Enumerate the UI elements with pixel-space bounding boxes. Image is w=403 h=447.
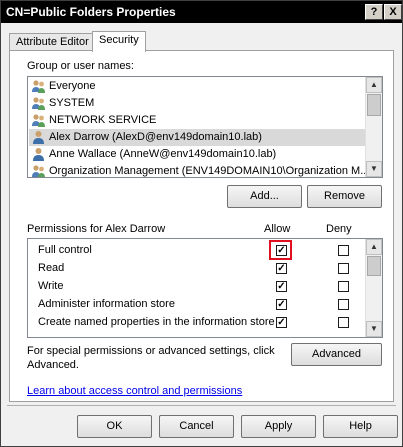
permission-name: Write xyxy=(38,280,64,292)
permission-row: Read ✓ xyxy=(28,259,364,277)
advanced-button[interactable]: Advanced xyxy=(291,343,382,366)
group-list-item-label: SYSTEM xyxy=(49,97,95,109)
permission-name: Create named properties in the informati… xyxy=(38,316,275,328)
full-control-allow-highlight xyxy=(269,240,292,260)
group-list-item[interactable]: Organization Management (ENV149DOMAIN10\… xyxy=(29,163,365,177)
allow-column-header: Allow xyxy=(264,223,291,235)
properties-dialog: CN=Public Folders Properties ? X Attribu… xyxy=(0,0,403,447)
footer-separator xyxy=(7,405,396,406)
permission-row: Create named properties in the informati… xyxy=(28,313,364,331)
permission-row: Write ✓ xyxy=(28,277,364,295)
allow-checkbox[interactable]: ✓ xyxy=(276,317,287,328)
deny-checkbox[interactable] xyxy=(338,263,349,274)
deny-column-header: Deny xyxy=(326,223,352,235)
close-button[interactable]: X xyxy=(384,4,402,20)
scroll-up-arrow-icon[interactable]: ▲ xyxy=(366,77,382,93)
group-user-list[interactable]: Everyone SYSTEM NETWORK SERVICE Alex Darrow… xyxy=(27,76,383,178)
tab-security[interactable]: Security xyxy=(92,31,146,52)
ok-button[interactable]: OK xyxy=(77,415,152,438)
users-group-icon xyxy=(31,113,46,128)
add-button[interactable]: Add... xyxy=(227,185,302,208)
users-group-icon xyxy=(31,79,46,94)
group-list-item[interactable]: Anne Wallace (AnneW@env149domain10.lab) xyxy=(29,146,365,163)
scroll-down-arrow-icon[interactable]: ▼ xyxy=(366,161,382,177)
window-title: CN=Public Folders Properties xyxy=(6,5,176,19)
users-group-icon xyxy=(31,96,46,111)
scroll-thumb[interactable] xyxy=(367,94,381,116)
help-title-button[interactable]: ? xyxy=(365,4,383,20)
help-button[interactable]: Help xyxy=(323,415,398,438)
group-names-label: Group or user names: xyxy=(27,60,134,72)
advanced-hint-line1: For special permissions or advanced sett… xyxy=(27,345,275,357)
permission-row: Full control ✓ xyxy=(28,241,364,259)
group-list-item[interactable]: Alex Darrow (AlexD@env149domain10.lab) xyxy=(29,129,365,146)
permission-name: Administer information store xyxy=(38,298,175,310)
permissions-scrollbar[interactable]: ▲ ▼ xyxy=(365,239,382,337)
user-icon xyxy=(31,130,46,145)
deny-checkbox[interactable] xyxy=(338,317,349,328)
allow-checkbox[interactable]: ✓ xyxy=(276,299,287,310)
scroll-up-arrow-icon[interactable]: ▲ xyxy=(366,239,382,255)
group-list-item[interactable]: Everyone xyxy=(29,78,365,95)
allow-checkbox[interactable]: ✓ xyxy=(276,263,287,274)
apply-button[interactable]: Apply xyxy=(241,415,316,438)
permissions-label: Permissions for Alex Darrow xyxy=(27,223,166,235)
advanced-hint-line2: Advanced. xyxy=(27,359,79,371)
scroll-down-arrow-icon[interactable]: ▼ xyxy=(366,321,382,337)
deny-checkbox[interactable] xyxy=(338,281,349,292)
deny-checkbox[interactable] xyxy=(338,245,349,256)
tab-attribute-editor[interactable]: Attribute Editor xyxy=(9,33,96,51)
group-list-item[interactable]: NETWORK SERVICE xyxy=(29,112,365,129)
permission-name: Read xyxy=(38,262,65,274)
allow-checkbox[interactable]: ✓ xyxy=(276,281,287,292)
permissions-list: Full control ✓ Read ✓ Write ✓ Administer infor… xyxy=(27,238,383,338)
group-list-item-label: Anne Wallace (AnneW@env149domain10.lab) xyxy=(49,148,277,160)
group-list-item-label: NETWORK SERVICE xyxy=(49,114,157,126)
users-group-icon xyxy=(31,164,46,177)
group-list-item-label: Everyone xyxy=(49,80,96,92)
security-panel: Group or user names: Everyone SYSTEM NETWO… xyxy=(9,50,394,402)
deny-checkbox[interactable] xyxy=(338,299,349,310)
group-list-item-label: Alex Darrow (AlexD@env149domain10.lab) xyxy=(49,131,262,143)
remove-button[interactable]: Remove xyxy=(307,185,382,208)
permission-name: Full control xyxy=(38,244,92,256)
title-bar: CN=Public Folders Properties ? X xyxy=(1,1,402,23)
learn-access-control-link[interactable]: Learn about access control and permissio… xyxy=(27,385,242,397)
group-list-item[interactable]: SYSTEM xyxy=(29,95,365,112)
permission-row: Administer information store ✓ xyxy=(28,295,364,313)
group-list-scrollbar[interactable]: ▲ ▼ xyxy=(365,77,382,177)
cancel-button[interactable]: Cancel xyxy=(159,415,234,438)
group-list-item-label: Organization Management (ENV149DOMAIN10\… xyxy=(49,165,365,177)
user-icon xyxy=(31,147,46,162)
scroll-thumb[interactable] xyxy=(367,256,381,276)
